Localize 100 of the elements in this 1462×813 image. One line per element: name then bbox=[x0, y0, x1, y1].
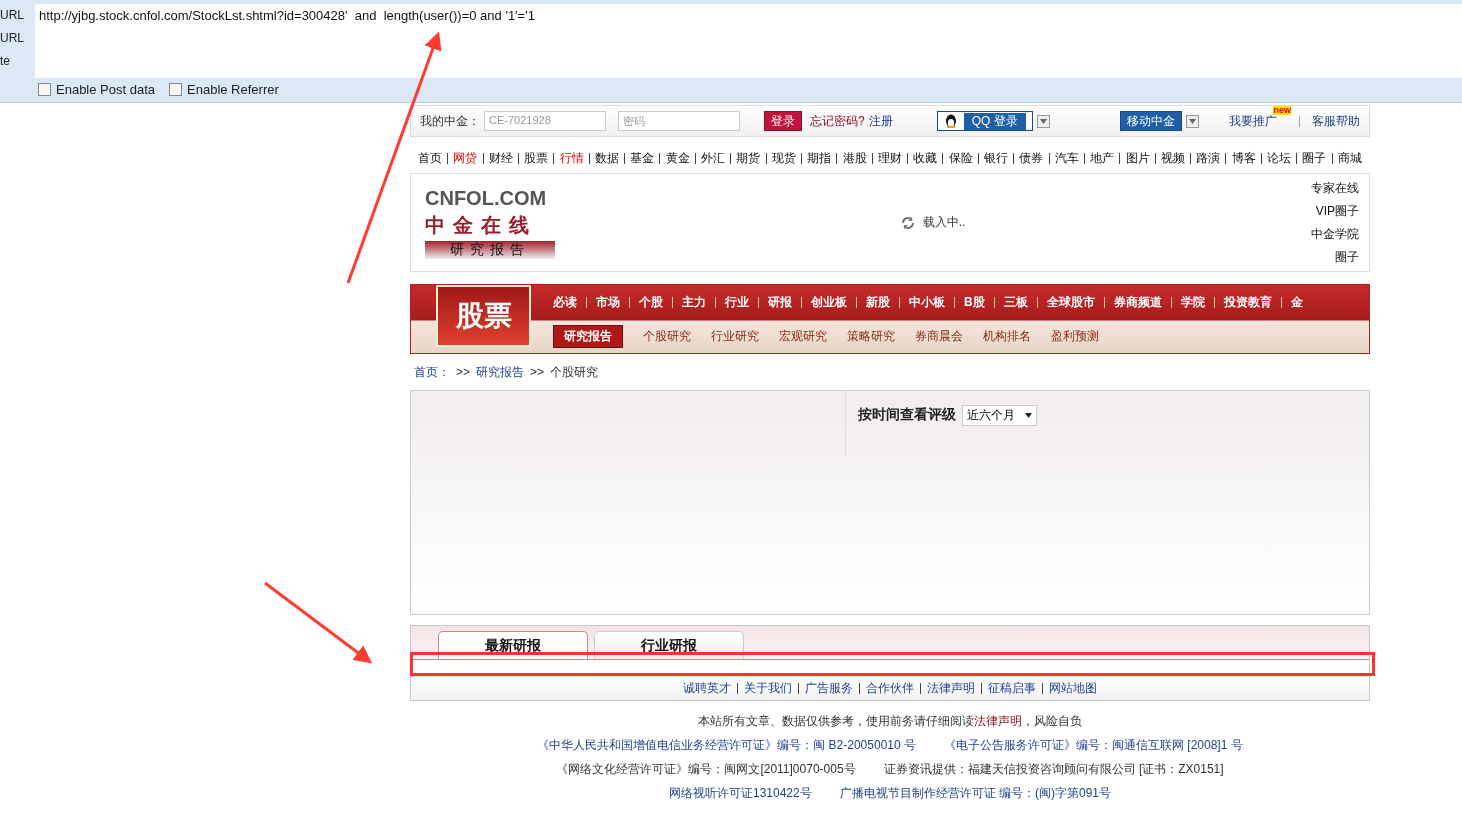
channel-link[interactable]: 主力 bbox=[682, 293, 706, 311]
channel-link[interactable]: 学院 bbox=[1180, 293, 1205, 311]
checkbox[interactable] bbox=[169, 83, 183, 96]
channel-link[interactable]: 个股 bbox=[639, 293, 663, 311]
channel-link[interactable]: 金 bbox=[1290, 293, 1303, 311]
footer-link[interactable]: 网站地图 bbox=[1049, 680, 1097, 697]
sub-nav-tab[interactable]: 研究报告 bbox=[553, 324, 623, 348]
side-link[interactable]: 专家在线 bbox=[1311, 179, 1359, 197]
dropdown-toggle[interactable] bbox=[1036, 114, 1050, 128]
nav-link[interactable]: 股票 bbox=[524, 150, 549, 167]
license-link[interactable]: 《中华人民共和国增值电信业务经营许可证》编号：闽 B2-20050010 号 bbox=[537, 737, 916, 754]
sub-nav-tab[interactable]: 盈利预测 bbox=[1051, 327, 1099, 345]
sub-nav-tab[interactable]: 宏观研究 bbox=[779, 327, 827, 345]
select-value: 近六个月 bbox=[967, 406, 1015, 424]
logo: CNFOL.COM 中金在线 研究报告 bbox=[425, 186, 555, 259]
channel-link[interactable]: 行业 bbox=[725, 293, 749, 311]
field-label: URL bbox=[0, 8, 25, 22]
side-link[interactable]: 圈子 bbox=[1335, 248, 1359, 266]
breadcrumb-item[interactable]: 首页： bbox=[414, 363, 450, 381]
nav-link[interactable]: 银行 bbox=[984, 150, 1008, 167]
period-select[interactable]: 近六个月 bbox=[962, 404, 1037, 426]
license-text: 《网络文化经营许可证》编号：闽网文[2011]0070-005号 bbox=[556, 761, 856, 778]
nav-link[interactable]: 期指 bbox=[807, 150, 832, 167]
channel-link[interactable]: 研报 bbox=[768, 293, 792, 311]
help-link[interactable]: 客服帮助 bbox=[1312, 112, 1360, 130]
channel-link[interactable]: 新股 bbox=[866, 293, 890, 311]
dropdown-toggle[interactable] bbox=[1186, 114, 1199, 128]
channel-link[interactable]: 券商频道 bbox=[1113, 293, 1162, 311]
sub-nav-tab[interactable]: 机构排名 bbox=[983, 327, 1031, 345]
caret-icon bbox=[1189, 118, 1196, 124]
loading-text: 载入中.. bbox=[922, 214, 966, 231]
channel-title: 股票 bbox=[436, 285, 531, 347]
sub-nav-tab[interactable]: 策略研究 bbox=[847, 327, 895, 345]
checkbox-label: Enable Referrer bbox=[187, 82, 279, 97]
channel-link[interactable]: 投资教育 bbox=[1223, 293, 1272, 311]
mobile-button[interactable]: 移动中金 bbox=[1120, 111, 1182, 131]
nav-link[interactable]: 网贷 bbox=[453, 150, 478, 167]
legal-link[interactable]: 法律声明 bbox=[974, 714, 1022, 728]
nav-link[interactable]: 地产 bbox=[1090, 150, 1115, 167]
nav-link[interactable]: 基金 bbox=[630, 150, 655, 167]
nav-link[interactable]: 期货 bbox=[736, 150, 761, 167]
nav-link[interactable]: 理财 bbox=[877, 150, 902, 167]
penguin-icon bbox=[943, 114, 958, 128]
nav-link[interactable]: 数据 bbox=[594, 150, 619, 167]
checkbox[interactable] bbox=[38, 83, 51, 96]
nav-link[interactable]: 外汇 bbox=[701, 150, 725, 167]
footer-link[interactable]: 合作伙伴 bbox=[866, 680, 914, 697]
nav-link[interactable]: 现货 bbox=[771, 150, 796, 167]
tab[interactable]: 最新研报 bbox=[438, 631, 588, 659]
forgot-password-link[interactable]: 忘记密码? bbox=[810, 112, 865, 130]
sub-nav-tab[interactable]: 券商晨会 bbox=[915, 327, 963, 345]
login-button[interactable]: 登录 bbox=[764, 111, 802, 131]
register-link[interactable]: 注册 bbox=[868, 112, 893, 130]
nav-link[interactable]: 债券 bbox=[1019, 150, 1044, 167]
breadcrumb-item[interactable]: 研究报告 bbox=[476, 363, 524, 381]
caret-icon bbox=[1039, 118, 1047, 124]
nav-link[interactable]: 黄金 bbox=[665, 150, 690, 167]
login-label: 我的中金： bbox=[420, 112, 480, 130]
footer-link[interactable]: 法律声明 bbox=[927, 680, 975, 697]
nav-link[interactable]: 汽车 bbox=[1054, 150, 1079, 167]
footer-link[interactable]: 广告服务 bbox=[805, 680, 853, 697]
license-link[interactable]: 《电子公告服务许可证》编号：闽通信互联网 [2008]1 号 bbox=[944, 737, 1243, 754]
disclaimer-text: 本站所有文章、数据仅供参考，使用前务请仔细阅读法律声明，风险自负 bbox=[698, 713, 1082, 730]
refresh-icon bbox=[900, 215, 915, 230]
tab[interactable]: 行业研报 bbox=[594, 631, 744, 659]
channel-link[interactable]: 中小板 bbox=[909, 293, 945, 311]
nav-link[interactable]: 行情 bbox=[559, 150, 584, 167]
footer-link[interactable]: 关于我们 bbox=[744, 680, 792, 697]
channel-link[interactable]: 全球股市 bbox=[1046, 293, 1095, 311]
nav-link[interactable]: 视频 bbox=[1160, 150, 1185, 167]
channel-link[interactable]: 创业板 bbox=[811, 293, 847, 311]
checkbox-label: Enable Post data bbox=[56, 82, 156, 97]
sub-nav-tab[interactable]: 个股研究 bbox=[643, 327, 691, 345]
channel-link[interactable]: 市场 bbox=[596, 293, 620, 311]
channel-link[interactable]: 必读 bbox=[553, 293, 577, 311]
nav-link[interactable]: 首页 bbox=[418, 150, 442, 167]
url-input-field[interactable]: http://yjbg.stock.cnfol.com/StockLst.shtml?id=300428' and length(user())=0 and '1'='1 bbox=[35, 4, 1462, 78]
footer-link[interactable]: 诚聘英才 bbox=[683, 680, 731, 697]
channel-link[interactable]: B股 bbox=[964, 293, 985, 311]
nav-link[interactable]: 收藏 bbox=[913, 150, 938, 167]
channel-link[interactable]: 三板 bbox=[1003, 293, 1028, 311]
nav-link[interactable]: 路演 bbox=[1196, 150, 1221, 167]
field-label: te bbox=[0, 54, 11, 68]
promote-link[interactable]: 我要推广 bbox=[1229, 113, 1277, 128]
qq-login-button[interactable]: QQ 登录 bbox=[936, 111, 1033, 131]
nav-link[interactable]: 商城 bbox=[1337, 150, 1362, 167]
license-link[interactable]: 广播电视节目制作经营许可证 编号：(闽)字第091号 bbox=[839, 785, 1112, 802]
license-link[interactable]: 网络视听许可证1310422号 bbox=[668, 785, 812, 802]
caret-icon bbox=[1025, 412, 1032, 418]
nav-link[interactable]: 图片 bbox=[1125, 150, 1150, 167]
nav-link[interactable]: 港股 bbox=[842, 150, 867, 167]
footer-link[interactable]: 征稿启事 bbox=[988, 680, 1036, 697]
sub-nav-tab[interactable]: 行业研究 bbox=[711, 327, 759, 345]
nav-link[interactable]: 财经 bbox=[488, 150, 513, 167]
nav-link[interactable]: 博客 bbox=[1231, 150, 1256, 167]
nav-link[interactable]: 圈子 bbox=[1302, 150, 1327, 167]
nav-link[interactable]: 保险 bbox=[948, 150, 973, 167]
side-link[interactable]: VIP圈子 bbox=[1315, 202, 1359, 220]
side-link[interactable]: 中金学院 bbox=[1311, 225, 1359, 243]
nav-link[interactable]: 论坛 bbox=[1267, 150, 1291, 167]
